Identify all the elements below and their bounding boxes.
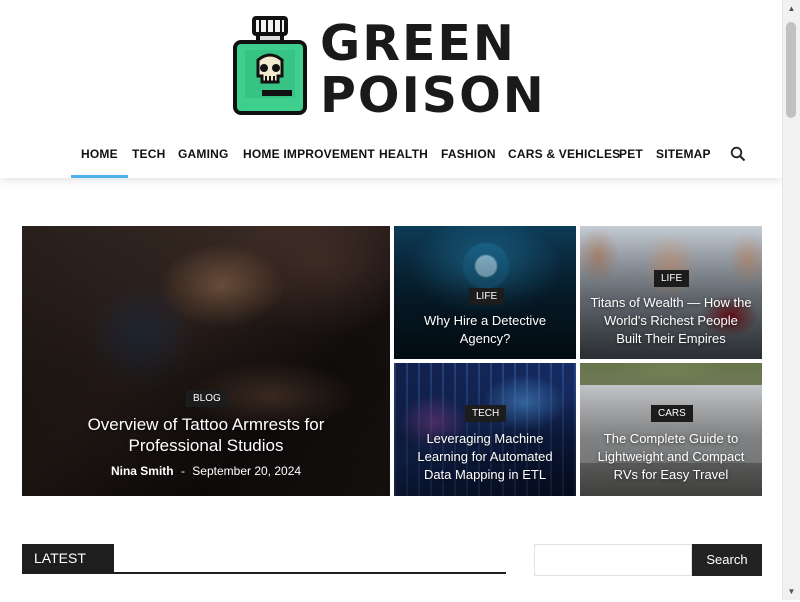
- nav-item-sitemap[interactable]: SITEMAP: [656, 134, 711, 178]
- category-badge[interactable]: BLOG: [186, 390, 228, 407]
- page-scrollbar[interactable]: ▲ ▼: [782, 0, 800, 600]
- post-date: September 20, 2024: [192, 464, 302, 478]
- scroll-up-arrow-icon[interactable]: ▲: [783, 0, 800, 17]
- sidebar-search: Search: [534, 544, 762, 576]
- featured-post-4[interactable]: TECH Leveraging Machine Learning for Aut…: [394, 363, 576, 496]
- section-divider: [22, 572, 506, 574]
- featured-post-2[interactable]: LIFE Why Hire a Detective Agency?: [394, 226, 576, 359]
- post-author[interactable]: Nina Smith: [111, 464, 174, 478]
- logo-wordmark: GREEN POISON: [320, 18, 546, 122]
- nav-item-fashion[interactable]: FASHION: [441, 134, 496, 178]
- category-badge[interactable]: CARS: [651, 405, 693, 422]
- post-title[interactable]: Overview of Tattoo Armrests for Professi…: [40, 414, 372, 456]
- featured-post-5[interactable]: CARS The Complete Guide to Lightweight a…: [580, 363, 762, 496]
- post-meta: Nina Smith - September 20, 2024: [22, 464, 390, 478]
- nav-item-home-improvement[interactable]: HOME IMPROVEMENT: [243, 134, 375, 178]
- search-icon[interactable]: [730, 146, 746, 162]
- post-title[interactable]: The Complete Guide to Lightweight and Co…: [590, 430, 752, 484]
- logo-line-1: GREEN: [320, 15, 516, 72]
- category-badge[interactable]: LIFE: [654, 270, 690, 287]
- meta-separator: -: [180, 464, 185, 478]
- scrollbar-thumb[interactable]: [786, 22, 796, 118]
- site-header: GREEN POISON HOME TECH GAMING HOME IMPRO…: [0, 0, 783, 178]
- nav-item-tech[interactable]: TECH: [132, 134, 165, 178]
- main-navigation: HOME TECH GAMING HOME IMPROVEMENT HEALTH…: [0, 134, 783, 178]
- nav-item-gaming[interactable]: GAMING: [178, 134, 229, 178]
- featured-post-3[interactable]: LIFE Titans of Wealth — How the World's …: [580, 226, 762, 359]
- featured-post-large[interactable]: BLOG Overview of Tattoo Armrests for Pro…: [22, 226, 390, 496]
- sidebar-search-button[interactable]: Search: [692, 544, 762, 576]
- nav-item-home[interactable]: HOME: [71, 134, 128, 178]
- nav-item-health[interactable]: HEALTH: [379, 134, 428, 178]
- post-title[interactable]: Leveraging Machine Learning for Automate…: [404, 430, 566, 484]
- logo-line-2: POISON: [320, 67, 546, 124]
- poison-bottle-skull-icon: [233, 16, 307, 115]
- section-title: LATEST ARTICLES: [22, 544, 115, 595]
- site-logo[interactable]: GREEN POISON: [232, 14, 562, 122]
- nav-item-cars-vehicles[interactable]: CARS & VEHICLES: [508, 134, 620, 178]
- nav-item-pet[interactable]: PET: [619, 134, 643, 178]
- scroll-down-arrow-icon[interactable]: ▼: [783, 583, 800, 600]
- post-title[interactable]: Titans of Wealth — How the World's Riche…: [590, 294, 752, 348]
- category-badge[interactable]: LIFE: [469, 288, 505, 305]
- category-badge[interactable]: TECH: [465, 405, 507, 422]
- post-title[interactable]: Why Hire a Detective Agency?: [404, 312, 566, 348]
- sidebar-search-input[interactable]: [534, 544, 692, 576]
